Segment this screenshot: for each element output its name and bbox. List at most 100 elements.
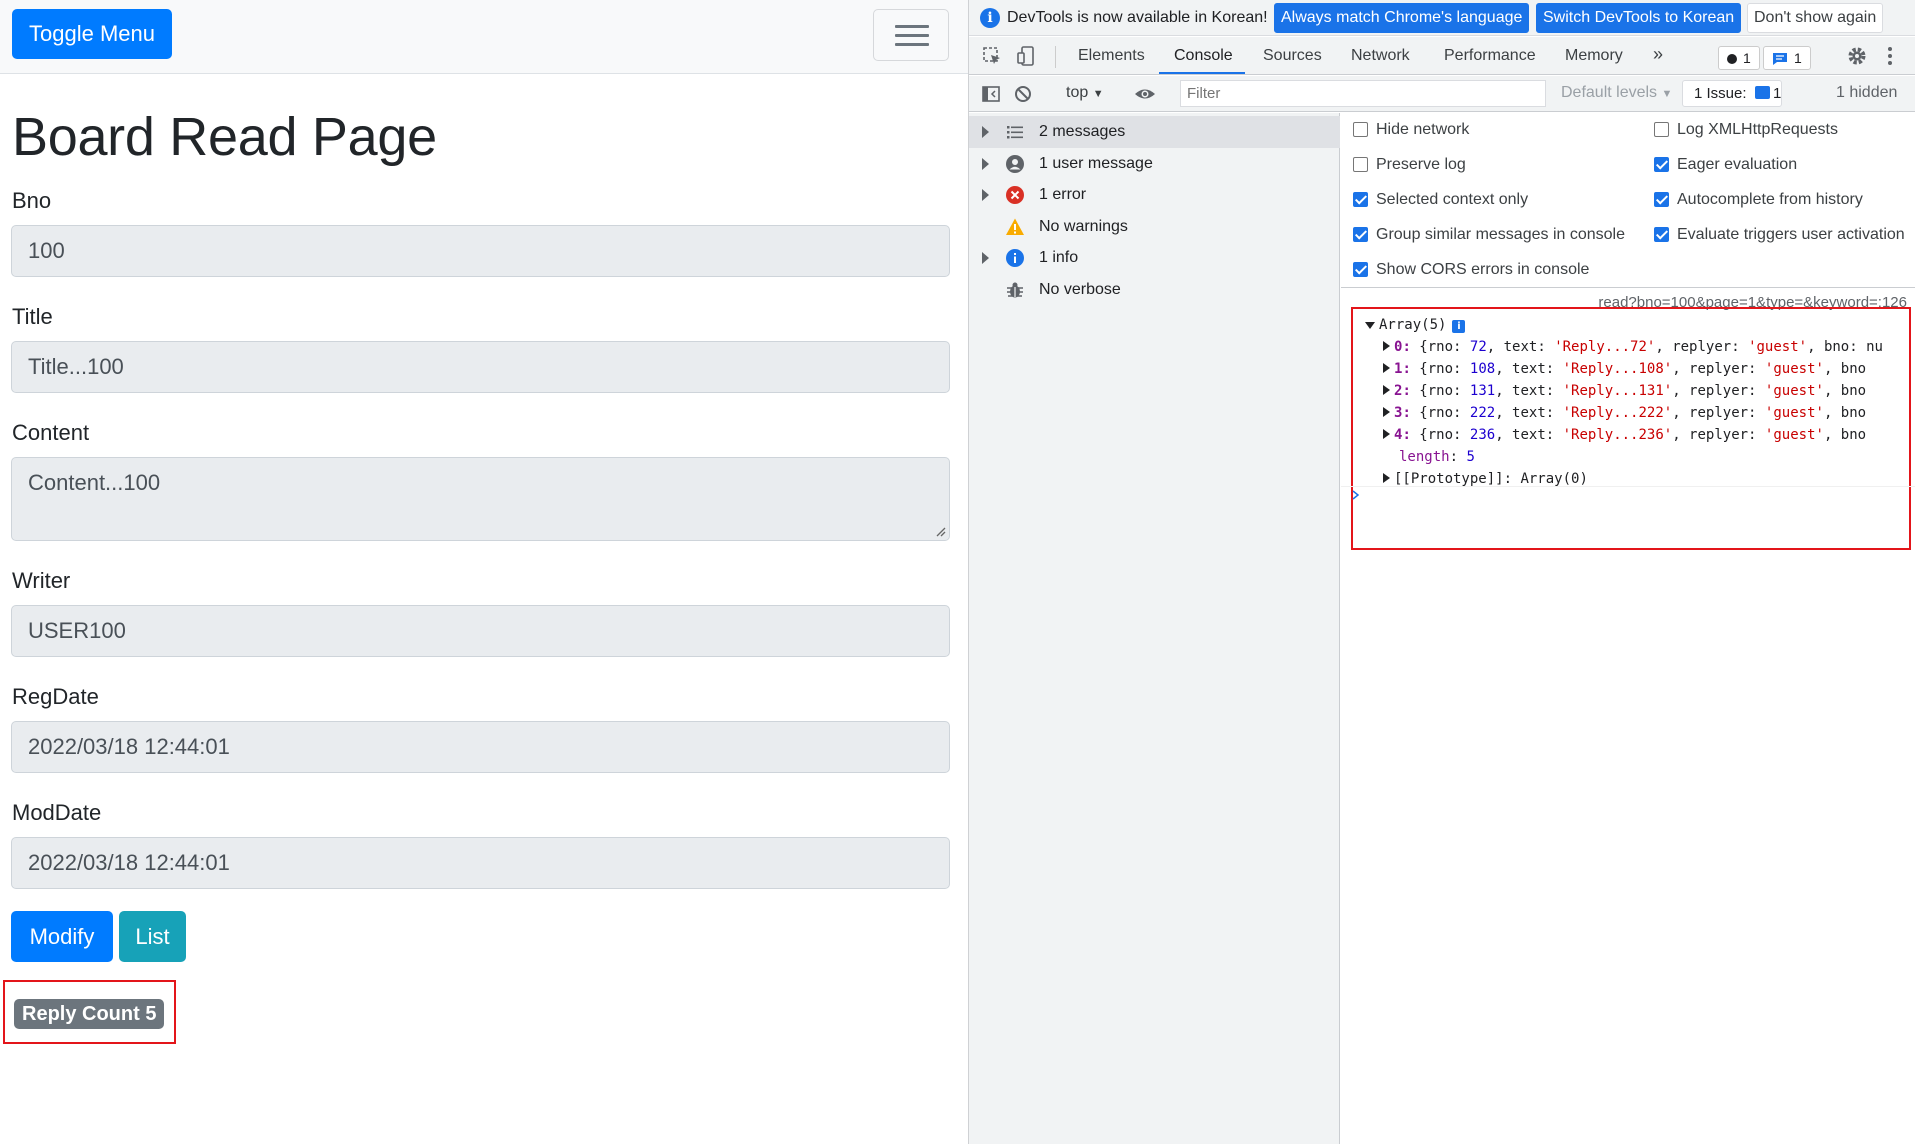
context-selector[interactable]: top ▼ [1066,84,1104,102]
content-label: Content [12,420,90,445]
tab-console[interactable]: Console [1174,47,1233,65]
autocomplete-history-checkbox[interactable] [1654,192,1669,207]
text-value: 'Reply...222' [1562,405,1673,421]
error-count-badge[interactable]: 1 [1718,46,1760,70]
list-button[interactable]: List [119,911,186,962]
title-label: Title [12,304,53,329]
console-filterbar: top ▼ Default levels ▼ 1 Issue: 1 1 hidd… [969,76,1915,112]
toggle-menu-button[interactable]: Toggle Menu [12,9,172,59]
log-xhr-checkbox[interactable] [1654,122,1669,137]
info-icon [1006,249,1024,267]
console-prompt-chevron-icon[interactable] [1351,490,1361,500]
bno-field[interactable] [11,225,950,277]
expand-arrow-icon[interactable] [1383,385,1390,395]
expand-arrow-icon[interactable] [982,158,989,170]
error-icon [1006,186,1024,204]
collapse-arrow-icon[interactable] [1365,322,1375,329]
eager-evaluation-checkbox[interactable] [1654,157,1669,172]
sidebar-item-errors[interactable]: 1 error [969,179,1340,211]
expand-arrow-icon[interactable] [1383,363,1390,373]
expand-arrow-icon[interactable] [1383,341,1390,351]
setting-label: Group similar messages in console [1376,226,1625,243]
title-field[interactable] [11,341,950,393]
modify-button[interactable]: Modify [11,911,113,962]
prototype-value: Array(0) [1520,471,1588,487]
language-infobar: i DevTools is now available in Korean! A… [969,0,1915,36]
item-tail: bno [1840,361,1867,377]
triggers-activation-checkbox[interactable] [1654,227,1669,242]
array-item-row[interactable]: 3: {rno: 222, text: 'Reply...222', reply… [1383,405,1866,421]
tab-memory[interactable]: Memory [1565,47,1623,65]
inspect-element-icon[interactable] [981,45,1003,67]
array-header[interactable]: Array(5) i [1365,317,1466,333]
setting-label: Evaluate triggers user activation [1677,226,1905,243]
writer-field[interactable] [11,605,950,657]
issues-label: 1 Issue: [1694,85,1747,102]
always-match-language-button[interactable]: Always match Chrome's language [1274,3,1530,33]
more-options-kebab-icon[interactable] [1879,45,1901,67]
expand-arrow-icon[interactable] [1383,473,1390,483]
replyer-value: 'guest' [1748,339,1808,355]
user-icon [1006,155,1024,173]
text-value: 'Reply...236' [1562,427,1673,443]
clear-console-icon[interactable] [1012,83,1034,105]
sidebar-item-label: No verbose [1039,281,1121,298]
array-item-row[interactable]: 1: {rno: 108, text: 'Reply...108', reply… [1383,361,1866,377]
reply-count-highlight-frame: Reply Count 5 [3,980,176,1044]
setting-label: Log XMLHttpRequests [1677,121,1838,138]
console-filter-input[interactable] [1180,80,1546,107]
tab-performance[interactable]: Performance [1444,47,1536,65]
sidebar-item-warnings[interactable]: No warnings [969,211,1340,243]
sidebar-item-verbose[interactable]: No verbose [969,274,1340,306]
setting-label: Eager evaluation [1677,156,1798,173]
issues-button[interactable]: 1 Issue: 1 [1682,80,1782,107]
array-item-row[interactable]: 2: {rno: 131, text: 'Reply...131', reply… [1383,383,1866,399]
array-item-row[interactable]: 0: {rno: 72, text: 'Reply...72', replyer… [1383,339,1883,355]
moddate-field[interactable] [11,837,950,889]
dont-show-again-button[interactable]: Don't show again [1747,3,1884,33]
sidebar-item-messages[interactable]: 2 messages [969,116,1340,148]
text-value: 'Reply...131' [1562,383,1673,399]
setting-label: Selected context only [1376,191,1529,208]
tab-sources[interactable]: Sources [1263,47,1322,65]
device-toolbar-icon[interactable] [1016,45,1038,67]
expand-arrow-icon[interactable] [1383,429,1390,439]
expand-arrow-icon[interactable] [982,189,989,201]
tab-network[interactable]: Network [1351,47,1410,65]
expand-arrow-icon[interactable] [982,252,989,264]
settings-gear-icon[interactable] [1846,45,1868,67]
content-textarea[interactable]: Content...100 [11,457,950,541]
group-similar-checkbox[interactable] [1353,227,1368,242]
error-dot-icon [1727,54,1737,64]
info-badge-icon[interactable]: i [1452,320,1466,333]
cors-errors-checkbox[interactable] [1353,262,1368,277]
regdate-field[interactable] [11,721,950,773]
live-expression-eye-icon[interactable] [1134,83,1156,105]
issues-count: 1 [1773,85,1782,102]
warning-icon [1006,218,1024,235]
navbar-toggler-hamburger-icon[interactable] [873,9,949,61]
selected-context-checkbox[interactable] [1353,192,1368,207]
resize-grip-icon[interactable] [935,526,946,537]
prototype-row[interactable]: [[Prototype]]: Array(0) [1383,471,1588,487]
bno-label: Bno [12,188,52,213]
more-tabs-chevron-icon[interactable]: » [1653,44,1663,65]
sidebar-toggle-icon[interactable] [980,83,1002,105]
sidebar-item-label: 1 user message [1039,155,1153,172]
console-sidebar: 2 messages 1 user message 1 error No war… [969,113,1340,1144]
array-item-row[interactable]: 4: {rno: 236, text: 'Reply...236', reply… [1383,427,1866,443]
message-count-badge[interactable]: 1 [1763,46,1811,70]
sidebar-item-user-messages[interactable]: 1 user message [969,148,1340,180]
tab-elements[interactable]: Elements [1078,47,1145,65]
message-count: 1 [1794,50,1802,66]
text-value: 'Reply...108' [1562,361,1673,377]
expand-arrow-icon[interactable] [982,126,989,138]
hide-network-checkbox[interactable] [1353,122,1368,137]
switch-to-korean-button[interactable]: Switch DevTools to Korean [1536,3,1742,33]
devtools-tabbar: Elements Console Sources Network Perform… [969,37,1915,75]
board-read-page: Toggle Menu Board Read Page Bno Title Co… [0,0,968,1144]
log-levels-dropdown[interactable]: Default levels ▼ [1561,84,1672,102]
expand-arrow-icon[interactable] [1383,407,1390,417]
preserve-log-checkbox[interactable] [1353,157,1368,172]
sidebar-item-info[interactable]: 1 info [969,242,1340,274]
